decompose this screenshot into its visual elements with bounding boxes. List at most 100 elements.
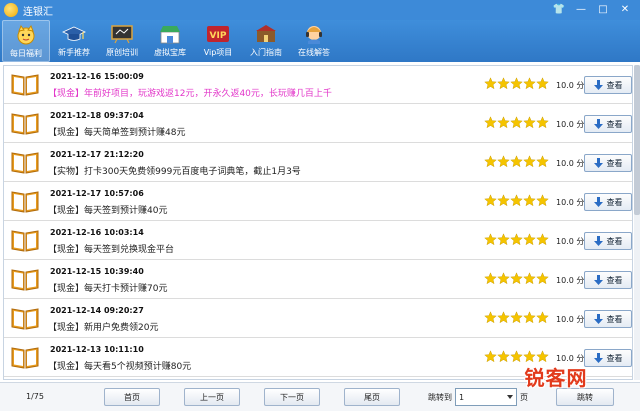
item-score: 10.0 分: [556, 237, 585, 246]
item-title[interactable]: 【现金】新用户免费领20元: [48, 320, 158, 333]
list-item[interactable]: 2021-12-14 09:20:27 【现金】新用户免费领20元 10.0 分…: [4, 300, 632, 338]
download-arrow-icon: [593, 119, 603, 129]
star-icon: [510, 272, 523, 285]
view-button[interactable]: 查看: [584, 232, 632, 250]
title-bar: 连银汇 👕 — □ ✕: [0, 0, 640, 20]
prev-page-button[interactable]: 上一页: [184, 388, 240, 406]
star-icon: [536, 311, 549, 324]
list-item[interactable]: 2021-12-15 10:39:40 【现金】每天打卡预计赚70元 10.0 …: [4, 261, 632, 299]
star-icon: [536, 116, 549, 129]
jump-page-select[interactable]: 1: [455, 388, 517, 406]
skin-button[interactable]: 👕: [548, 2, 570, 18]
first-page-button[interactable]: 首页: [104, 388, 160, 406]
view-button[interactable]: 查看: [584, 271, 632, 289]
tool-label: 入门指南: [250, 48, 282, 57]
item-title[interactable]: 【现金】每天看5个视频预计赚80元: [48, 359, 191, 372]
star-icon: [523, 233, 536, 246]
shop-icon: [157, 23, 183, 45]
star-icon: [510, 311, 523, 324]
item-score: 10.0 分: [556, 276, 585, 285]
view-label: 查看: [606, 314, 623, 324]
list-item[interactable]: 2021-12-18 09:37:04 【现金】每天简单签到预计赚48元 10.…: [4, 105, 632, 143]
tool-beginner[interactable]: 新手推荐: [50, 20, 98, 62]
watermark: 锐客网: [524, 365, 588, 390]
minimize-button[interactable]: —: [570, 2, 592, 18]
star-icon: [497, 155, 510, 168]
item-title[interactable]: 【现金】每天签到预计赚40元: [48, 203, 167, 216]
rating-stars: [484, 272, 549, 285]
view-label: 查看: [606, 119, 623, 129]
star-icon: [497, 272, 510, 285]
star-icon: [497, 350, 510, 363]
view-label: 查看: [606, 236, 623, 246]
vip-icon: VIP: [205, 23, 231, 45]
list-item[interactable]: 2021-12-16 10:03:14 【现金】每天签到兑换现金平台 10.0 …: [4, 222, 632, 260]
app-title: 连银汇: [23, 6, 53, 18]
star-icon: [523, 77, 536, 90]
cap-icon: [61, 23, 87, 45]
close-button[interactable]: ✕: [614, 2, 636, 18]
star-icon: [536, 233, 549, 246]
star-icon: [497, 116, 510, 129]
star-icon: [536, 194, 549, 207]
item-score: 10.0 分: [556, 81, 585, 90]
last-page-button[interactable]: 尾页: [344, 388, 400, 406]
guide-icon: [253, 23, 279, 45]
download-arrow-icon: [593, 236, 603, 246]
download-arrow-icon: [593, 275, 603, 285]
view-button[interactable]: 查看: [584, 76, 632, 94]
svg-text:VIP: VIP: [210, 31, 227, 41]
book-icon: [11, 269, 39, 291]
item-title[interactable]: 【现金】每天简单签到预计赚48元: [48, 125, 185, 138]
list-scrollbar[interactable]: [634, 65, 640, 380]
board-icon: [109, 23, 135, 45]
task-list[interactable]: 2021-12-16 15:00:09 【现金】年前好项目，玩游戏返12元，开永…: [3, 65, 633, 380]
tool-online-support[interactable]: 在线解答: [290, 20, 338, 62]
item-title[interactable]: 【现金】每天签到兑换现金平台: [48, 242, 174, 255]
view-button[interactable]: 查看: [584, 310, 632, 328]
star-icon: [484, 233, 497, 246]
tool-guide[interactable]: 入门指南: [242, 20, 290, 62]
item-date: 2021-12-18 09:37:04: [50, 111, 144, 120]
page-unit-label: 页: [520, 393, 528, 402]
book-icon: [11, 152, 39, 174]
item-title[interactable]: 【现金】每天打卡预计赚70元: [48, 281, 167, 294]
main-toolbar: 每日福利 新手推荐 原创培训 虚拟宝库 VIP Vip项目 入门指南 在线解答: [0, 20, 640, 62]
star-icon: [523, 272, 536, 285]
star-icon: [484, 155, 497, 168]
tool-virtual-store[interactable]: 虚拟宝库: [146, 20, 194, 62]
rating-stars: [484, 311, 549, 324]
tool-vip-project[interactable]: VIP Vip项目: [194, 20, 242, 62]
item-date: 2021-12-17 21:12:20: [50, 150, 144, 159]
list-item[interactable]: 2021-12-17 10:57:06 【现金】每天签到预计赚40元 10.0 …: [4, 183, 632, 221]
book-icon: [11, 230, 39, 252]
rating-stars: [484, 233, 549, 246]
view-button[interactable]: 查看: [584, 193, 632, 211]
tool-daily-welfare[interactable]: 每日福利: [2, 20, 50, 62]
view-label: 查看: [606, 353, 623, 363]
book-icon: [11, 191, 39, 213]
download-arrow-icon: [593, 314, 603, 324]
rating-stars: [484, 116, 549, 129]
list-item[interactable]: 2021-12-17 21:12:20 【实物】打卡300天免费领999元百度电…: [4, 144, 632, 182]
next-page-button[interactable]: 下一页: [264, 388, 320, 406]
item-title[interactable]: 【现金】年前好项目，玩游戏返12元，开永久返40元，长玩赚几百上千: [48, 86, 332, 99]
app-logo-icon: [4, 3, 18, 17]
book-icon: [11, 347, 39, 369]
star-icon: [497, 77, 510, 90]
item-score: 10.0 分: [556, 120, 585, 129]
star-icon: [536, 272, 549, 285]
item-title[interactable]: 【实物】打卡300天免费领999元百度电子词典笔，截止1月3号: [48, 164, 301, 177]
view-label: 查看: [606, 158, 623, 168]
maximize-button[interactable]: □: [592, 2, 614, 18]
list-item[interactable]: 2021-12-16 15:00:09 【现金】年前好项目，玩游戏返12元，开永…: [4, 66, 632, 104]
tool-label: 在线解答: [298, 48, 330, 57]
scrollbar-thumb[interactable]: [634, 65, 640, 215]
book-icon: [11, 74, 39, 96]
tool-training[interactable]: 原创培训: [98, 20, 146, 62]
view-button[interactable]: 查看: [584, 154, 632, 172]
chevron-down-icon: [507, 395, 513, 399]
view-button[interactable]: 查看: [584, 115, 632, 133]
star-icon: [510, 77, 523, 90]
star-icon: [510, 116, 523, 129]
